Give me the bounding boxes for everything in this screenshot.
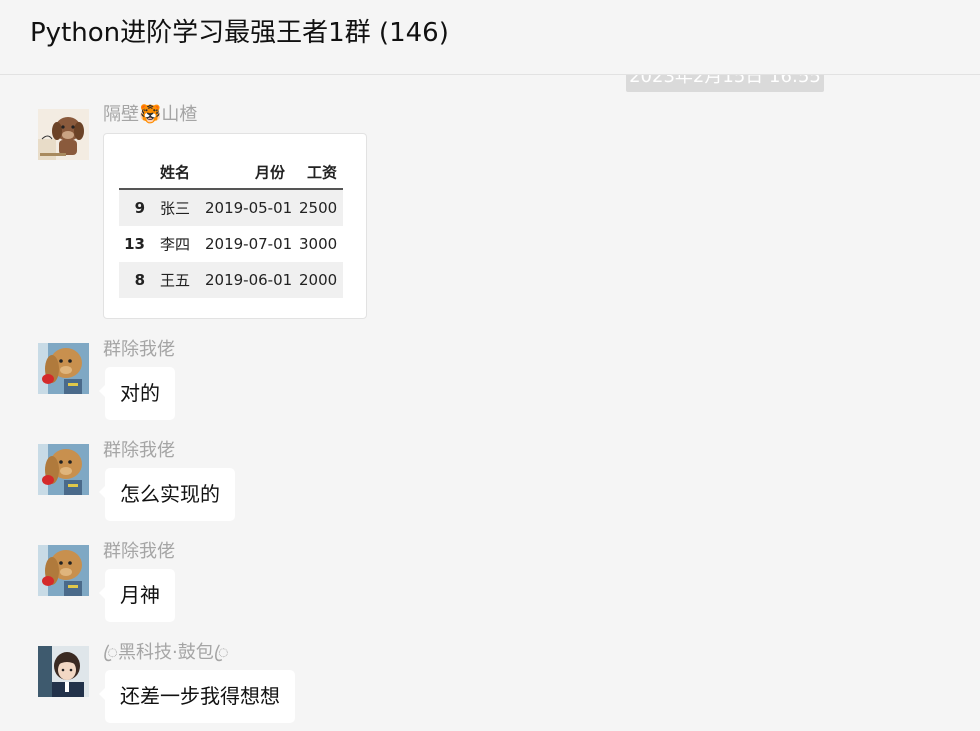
dog-photo-avatar[interactable] — [38, 545, 89, 596]
table-header-row: 姓名 月份 工资 — [119, 156, 343, 190]
chat-title: Python进阶学习最强王者1群 (146) — [30, 18, 449, 48]
table-cell: 9 — [134, 199, 145, 217]
table-row: 8 王五 2019-06-01 2000 — [119, 262, 343, 298]
dog-photo-avatar[interactable] — [38, 343, 89, 394]
table-row: 9 张三 2019-05-01 2500 — [119, 190, 343, 226]
dataframe-table: 姓名 月份 工资 9 张三 2019-05-01 2500 13 李四 2019… — [119, 156, 343, 298]
table-cell: 2019-06-01 — [205, 271, 293, 289]
table-cell: 2000 — [299, 271, 338, 289]
text-message-bubble[interactable]: 还差一步我得想想 — [99, 670, 295, 723]
table-header-cell: 月份 — [254, 163, 285, 182]
sender-name: 隔壁🐯山楂 — [103, 104, 198, 125]
table-cell: 李四 — [160, 235, 191, 254]
table-cell: 2019-07-01 — [205, 235, 293, 253]
text-message-bubble[interactable]: 对的 — [99, 367, 175, 420]
table-cell: 张三 — [160, 199, 191, 218]
sender-name: 群除我佬 — [103, 440, 175, 461]
table-row: 13 李四 2019-07-01 3000 — [119, 226, 343, 262]
chat-header: Python进阶学习最强王者1群 (146) — [0, 0, 980, 75]
table-cell: 13 — [124, 235, 145, 253]
table-header-cell: 姓名 — [160, 163, 191, 182]
anime-boy-avatar[interactable] — [38, 646, 89, 697]
table-cell: 2019-05-01 — [205, 199, 293, 217]
table-cell: 8 — [134, 271, 145, 289]
table-header-cell: 工资 — [306, 163, 337, 182]
dog-photo-avatar[interactable] — [38, 444, 89, 495]
sender-name: 群除我佬 — [103, 339, 175, 360]
sender-name: 群除我佬 — [103, 541, 175, 562]
cartoon-dog-avatar[interactable] — [38, 109, 89, 160]
text-message-bubble[interactable]: 月神 — [99, 569, 175, 622]
text-message-bubble[interactable]: 怎么实现的 — [99, 468, 235, 521]
image-message[interactable]: 姓名 月份 工资 9 张三 2019-05-01 2500 13 李四 2019… — [103, 133, 367, 319]
table-cell: 2500 — [299, 199, 338, 217]
table-cell: 3000 — [299, 235, 338, 253]
table-cell: 王五 — [160, 271, 191, 290]
